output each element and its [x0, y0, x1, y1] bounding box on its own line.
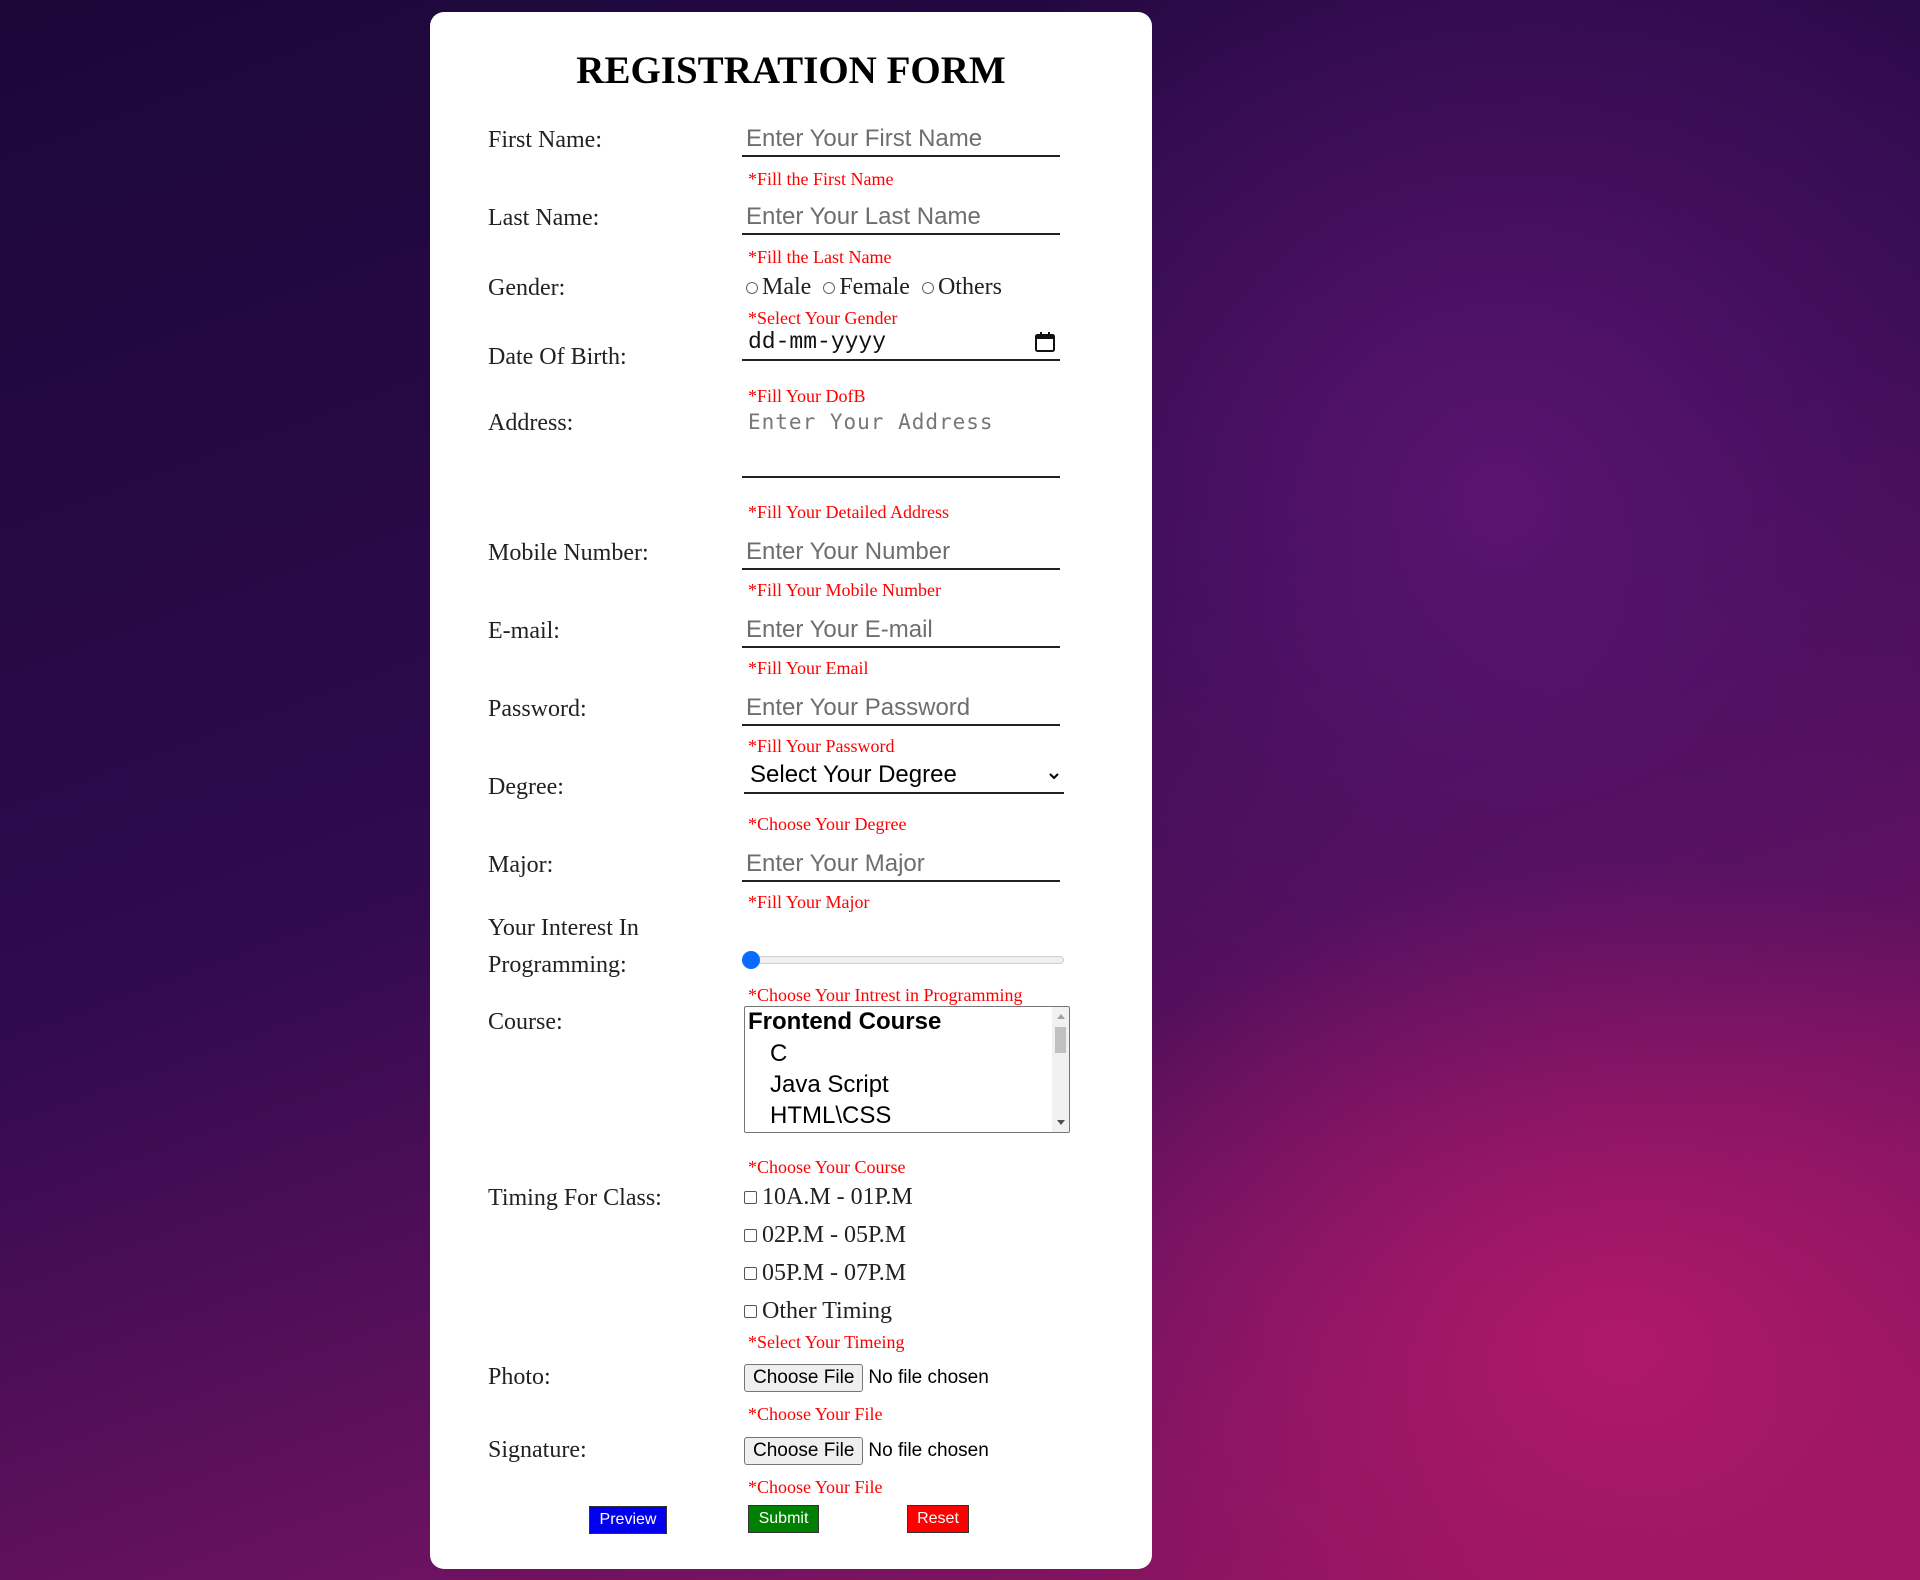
gender-label: Gender: — [488, 275, 566, 301]
password-label: Password: — [488, 696, 587, 722]
timing-option-2: 02P.M - 05P.M — [744, 1222, 906, 1249]
address-label: Address: — [488, 410, 574, 436]
gender-options: Male Female Others — [744, 274, 1002, 301]
photo-label: Photo: — [488, 1364, 551, 1390]
signature-label: Signature: — [488, 1437, 587, 1463]
chevron-down-icon — [1049, 773, 1059, 780]
scroll-up-arrow-icon[interactable] — [1057, 1014, 1065, 1019]
signature-error: *Choose Your File — [748, 1477, 883, 1497]
timing-checkbox[interactable] — [744, 1229, 757, 1242]
course-label: Course: — [488, 1009, 563, 1035]
first-name-error: *Fill the First Name — [748, 169, 894, 189]
last-name-input[interactable] — [742, 201, 1060, 235]
timing-option-label: 10A.M - 01P.M — [762, 1184, 913, 1210]
gender-others-radio[interactable] — [921, 281, 934, 294]
major-error: *Fill Your Major — [748, 892, 870, 912]
timing-option-1: 10A.M - 01P.M — [744, 1184, 913, 1211]
submit-button[interactable]: Submit — [748, 1505, 819, 1533]
photo-choose-file-button[interactable]: Choose File — [744, 1364, 864, 1392]
timing-option-label: 05P.M - 07P.M — [762, 1260, 907, 1286]
registration-form-card: REGISTRATION FORM First Name: *Fill the … — [430, 12, 1152, 1569]
timing-option-3: 05P.M - 07P.M — [744, 1260, 906, 1287]
gender-female-label: Female — [839, 274, 910, 300]
slider-track — [748, 956, 1064, 964]
email-error: *Fill Your Email — [748, 658, 869, 678]
major-label: Major: — [488, 852, 554, 878]
password-input[interactable] — [742, 692, 1060, 726]
dob-placeholder: dd-mm-yyyy — [748, 329, 887, 355]
timing-checkbox[interactable] — [744, 1191, 757, 1204]
photo-file-status: No file chosen — [868, 1367, 989, 1388]
first-name-input[interactable] — [742, 123, 1060, 157]
mobile-error: *Fill Your Mobile Number — [748, 580, 942, 600]
form-title: REGISTRATION FORM — [576, 49, 1006, 92]
gender-female-radio[interactable] — [823, 281, 836, 294]
signature-file-input: Choose File No file chosen — [744, 1437, 989, 1465]
course-group-label: Frontend Course — [748, 1008, 942, 1035]
dob-input[interactable]: dd-mm-yyyy — [742, 325, 1060, 361]
timing-error: *Select Your Timeing — [748, 1332, 905, 1352]
signature-choose-file-button[interactable]: Choose File — [744, 1437, 864, 1465]
photo-file-input: Choose File No file chosen — [744, 1364, 989, 1392]
address-error: *Fill Your Detailed Address — [748, 502, 950, 522]
interest-label-line2: Programming: — [488, 952, 627, 978]
timing-option-label: 02P.M - 05P.M — [762, 1222, 907, 1248]
address-textarea[interactable]: Enter Your Address — [742, 404, 1060, 478]
course-error: *Choose Your Course — [748, 1157, 906, 1177]
course-option[interactable]: Java Script — [745, 1069, 1069, 1100]
dob-label: Date Of Birth: — [488, 344, 627, 370]
interest-error: *Choose Your Intrest in Programming — [748, 985, 1023, 1005]
signature-file-status: No file chosen — [868, 1440, 989, 1461]
timing-checkbox[interactable] — [744, 1305, 757, 1318]
degree-label: Degree: — [488, 774, 564, 800]
timing-option-label: Other Timing — [762, 1298, 893, 1324]
course-option[interactable]: HTML\CSS — [745, 1100, 1069, 1131]
last-name-error: *Fill the Last Name — [748, 247, 892, 267]
interest-label-line1: Your Interest In — [488, 915, 639, 941]
course-option[interactable]: C — [745, 1038, 1069, 1069]
first-name-label: First Name: — [488, 127, 602, 153]
timing-label: Timing For Class: — [488, 1185, 662, 1211]
gender-male-radio[interactable] — [746, 281, 758, 294]
calendar-icon[interactable] — [1034, 331, 1056, 353]
slider-thumb[interactable] — [742, 951, 760, 969]
interest-slider[interactable] — [742, 949, 1064, 971]
degree-error: *Choose Your Degree — [748, 814, 907, 834]
mobile-label: Mobile Number: — [488, 540, 649, 566]
gender-others-label: Others — [937, 274, 1002, 300]
email-label: E-mail: — [488, 618, 560, 644]
mobile-input[interactable] — [742, 536, 1060, 570]
major-input[interactable] — [742, 848, 1060, 882]
password-error: *Fill Your Password — [748, 736, 895, 756]
degree-selected-value: Select Your Degree — [750, 761, 957, 788]
timing-option-4: Other Timing — [744, 1298, 892, 1325]
photo-error: *Choose Your File — [748, 1404, 883, 1424]
preview-button[interactable]: Preview — [589, 1506, 667, 1534]
last-name-label: Last Name: — [488, 205, 600, 231]
timing-checkbox[interactable] — [744, 1267, 757, 1280]
email-input[interactable] — [742, 614, 1060, 648]
course-listbox[interactable]: Frontend Course C Java Script HTML\CSS — [744, 1006, 1070, 1133]
scroll-down-arrow-icon[interactable] — [1057, 1120, 1065, 1125]
gender-male-label: Male — [762, 274, 812, 300]
scrollbar-thumb[interactable] — [1055, 1027, 1066, 1053]
reset-button[interactable]: Reset — [907, 1505, 969, 1533]
course-scrollbar[interactable] — [1052, 1007, 1069, 1132]
degree-select[interactable]: Select Your Degree — [744, 758, 1064, 794]
